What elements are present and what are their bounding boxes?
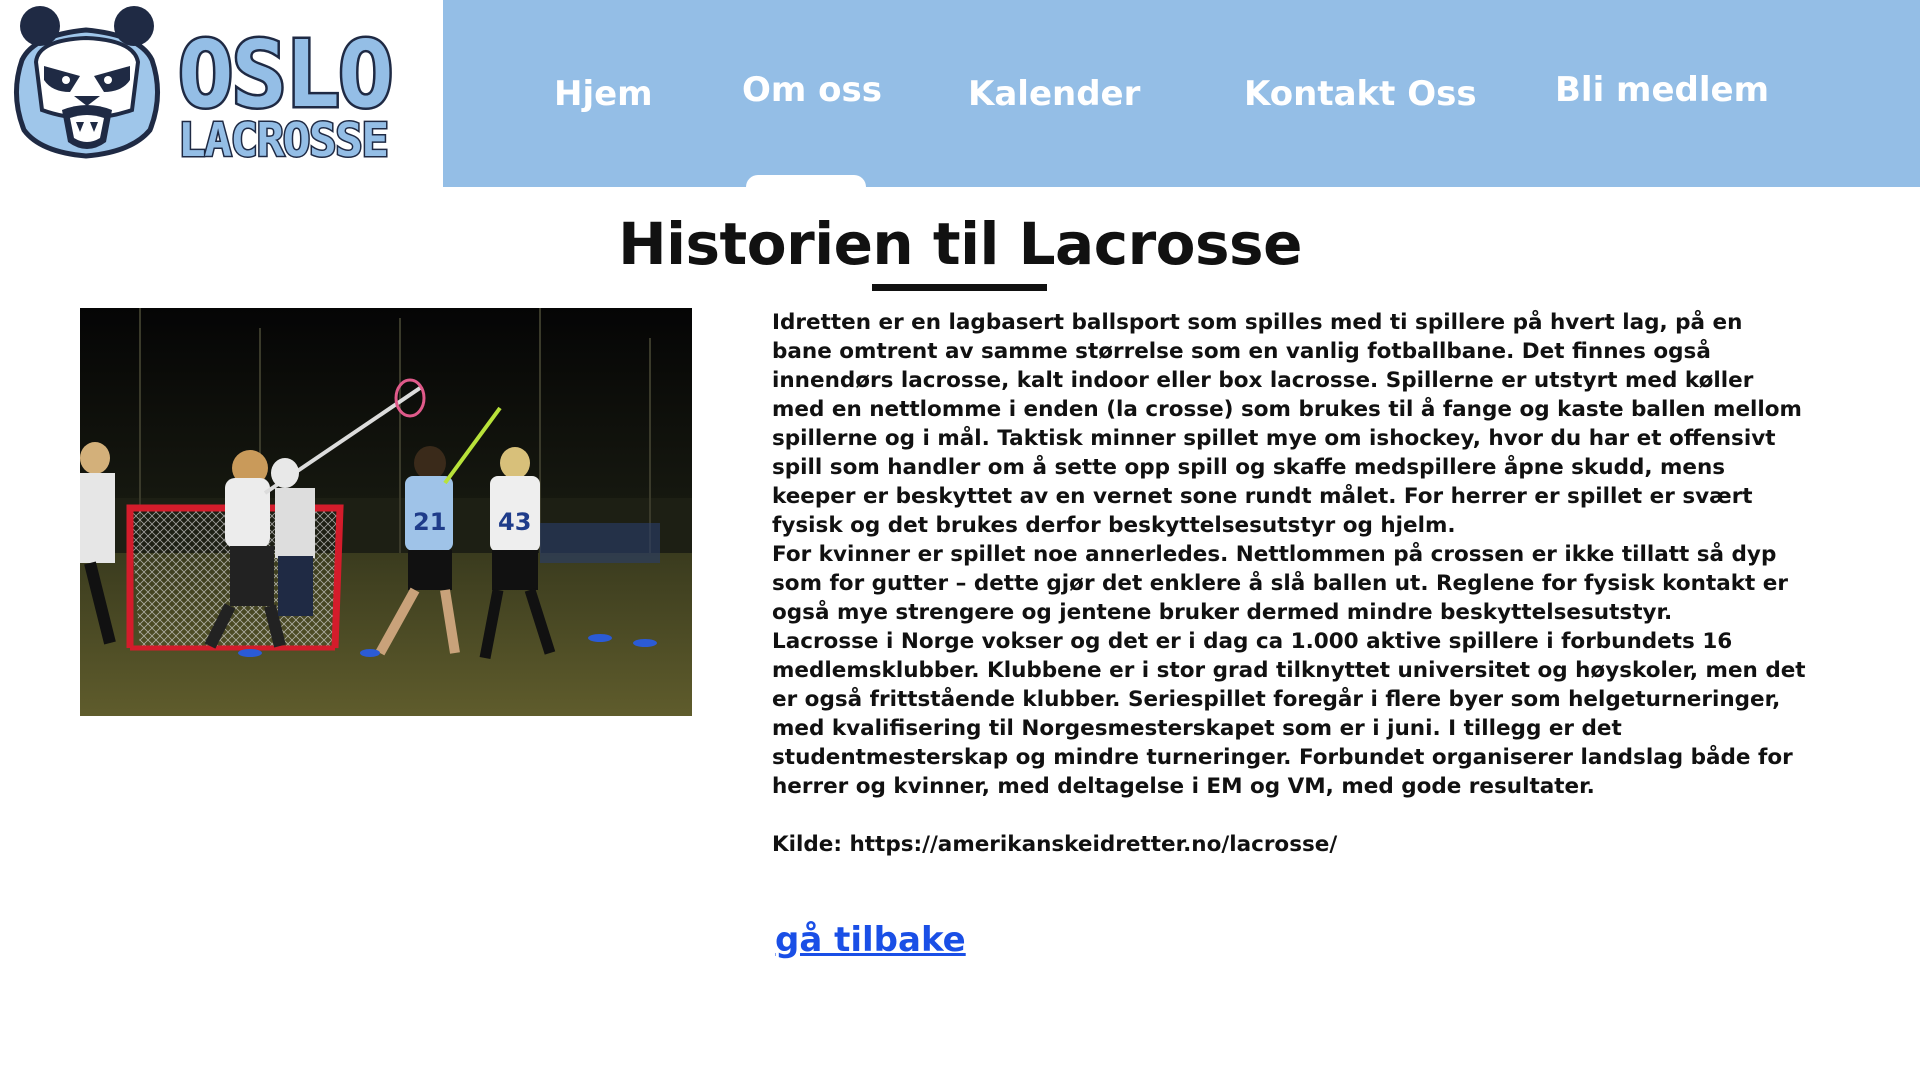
logo-text-oslo: OSLO (178, 21, 392, 128)
article-paragraph-1: Idretten er en lagbasert ballsport som s… (772, 310, 1802, 538)
logo-text-lacrosse: LACROSSE (178, 113, 388, 167)
article-paragraph-3: Lacrosse i Norge vokser og det er i dag … (772, 629, 1806, 799)
nav-item-bli-medlem[interactable]: Bli medlem (1555, 70, 1769, 110)
lacrosse-photo: 21 43 (80, 308, 692, 716)
nav-item-kalender[interactable]: Kalender (968, 74, 1140, 114)
article-text: Idretten er en lagbasert ballsport som s… (772, 308, 1807, 859)
panda-logo-icon: OSLO LACROSSE (13, 6, 396, 169)
page-title: Historien til Lacrosse (618, 210, 1302, 278)
title-underline (872, 284, 1047, 291)
article-paragraph-2: For kvinner er spillet noe annerledes. N… (772, 542, 1788, 625)
jersey-43: 43 (498, 508, 531, 536)
nav-item-kontakt-oss[interactable]: Kontakt Oss (1244, 74, 1477, 114)
nav-active-indicator (746, 175, 866, 189)
page: OSLO LACROSSE Hjem Om oss Kalender Konta… (0, 0, 1920, 1080)
jersey-21: 21 (413, 508, 446, 536)
logo[interactable]: OSLO LACROSSE (0, 0, 443, 187)
article-source: Kilde: https://amerikanskeidretter.no/la… (772, 832, 1338, 857)
nav-item-hjem[interactable]: Hjem (554, 74, 653, 114)
nav-item-om-oss[interactable]: Om oss (742, 70, 882, 110)
back-link[interactable]: gå tilbake (775, 920, 966, 960)
